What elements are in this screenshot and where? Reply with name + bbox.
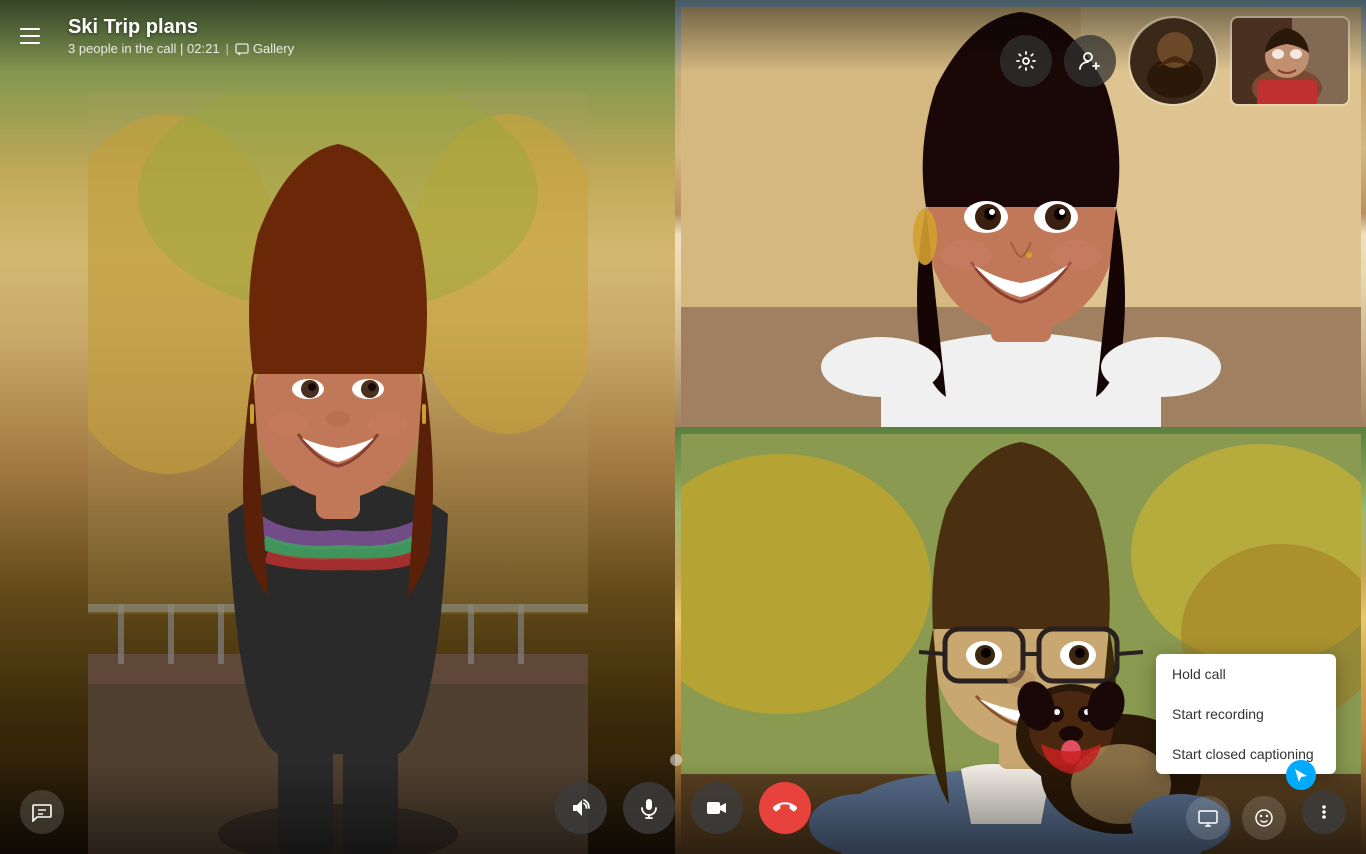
end-call-button[interactable] [759, 782, 811, 834]
main-video-person [88, 94, 588, 854]
hamburger-menu[interactable] [20, 20, 52, 52]
cursor-arrow-icon [1292, 766, 1310, 784]
thumbnail-1[interactable] [1128, 16, 1218, 106]
reactions-button[interactable] [1242, 796, 1286, 840]
video-icon [706, 797, 728, 819]
mute-button[interactable] [623, 782, 675, 834]
more-options-button[interactable] [1302, 790, 1346, 834]
gallery-link[interactable]: Gallery [235, 41, 294, 56]
chat-icon [235, 42, 249, 56]
end-call-icon [773, 796, 797, 820]
video-button[interactable] [691, 782, 743, 834]
smiley-icon [1254, 808, 1274, 828]
hold-call-item[interactable]: Hold call [1156, 654, 1336, 694]
bottom-controls [0, 762, 1366, 854]
thumbnail-2[interactable] [1230, 16, 1350, 106]
start-recording-item[interactable]: Start recording [1156, 694, 1336, 734]
chat-button[interactable] [20, 790, 64, 834]
main-video [0, 0, 675, 854]
chat-bubble-icon [32, 802, 52, 822]
screen-share-button[interactable] [1186, 796, 1230, 840]
microphone-icon [638, 797, 660, 819]
settings-button[interactable] [1000, 35, 1052, 87]
call-container: Ski Trip plans 3 people in the call | 02… [0, 0, 1366, 854]
cursor-indicator [1286, 760, 1316, 790]
gallery-label: Gallery [253, 41, 294, 56]
bottom-left-controls [20, 790, 64, 834]
add-person-icon [1078, 49, 1102, 73]
people-count: 3 people in the call | 02:21 [68, 41, 220, 56]
more-options-icon [1315, 803, 1333, 821]
settings-icon [1015, 50, 1037, 72]
context-menu: Hold call Start recording Start closed c… [1156, 654, 1336, 774]
add-person-button[interactable] [1064, 35, 1116, 87]
top-right-controls [1000, 16, 1350, 106]
speaker-icon [570, 797, 592, 819]
screen-share-icon [1198, 808, 1218, 828]
bottom-right-controls [1186, 796, 1286, 840]
speaker-button[interactable] [555, 782, 607, 834]
